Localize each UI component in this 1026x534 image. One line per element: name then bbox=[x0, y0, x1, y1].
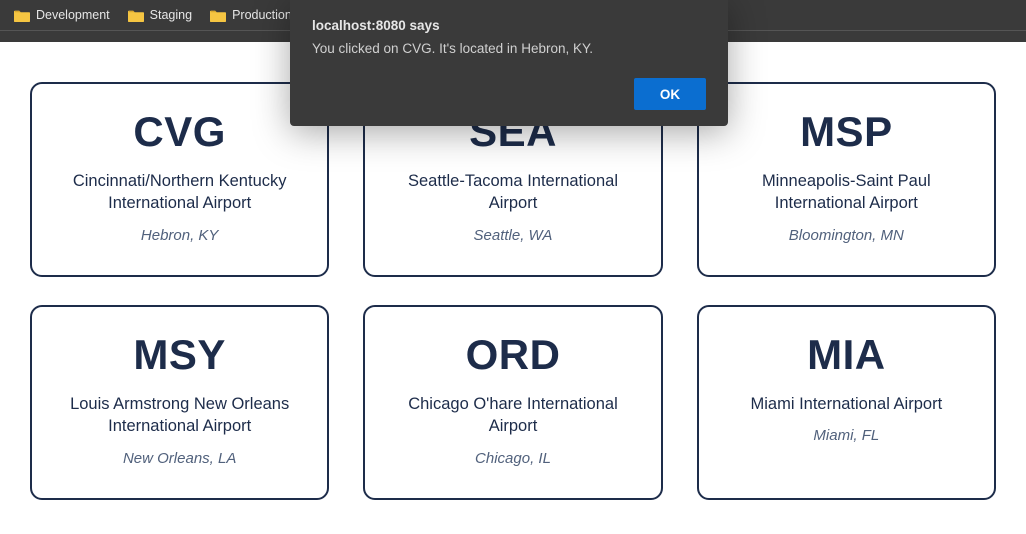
bookmark-label: Production bbox=[232, 8, 292, 22]
airport-location: Miami, FL bbox=[813, 427, 879, 444]
airport-grid: CVG Cincinnati/Northern Kentucky Interna… bbox=[30, 82, 996, 500]
airport-name: Seattle-Tacoma International Airport bbox=[383, 170, 642, 215]
airport-location: Bloomington, MN bbox=[789, 227, 904, 244]
airport-card[interactable]: CVG Cincinnati/Northern Kentucky Interna… bbox=[30, 82, 329, 277]
bookmark-label: Staging bbox=[150, 8, 192, 22]
airport-card[interactable]: MSP Minneapolis-Saint Paul International… bbox=[697, 82, 996, 277]
dialog-actions: OK bbox=[312, 78, 706, 110]
bookmark-development[interactable]: Development bbox=[6, 4, 118, 26]
folder-icon bbox=[128, 9, 144, 22]
alert-dialog: localhost:8080 says You clicked on CVG. … bbox=[290, 0, 728, 126]
dialog-message: You clicked on CVG. It's located in Hebr… bbox=[312, 41, 706, 56]
airport-location: Hebron, KY bbox=[141, 227, 219, 244]
dialog-origin: localhost:8080 says bbox=[312, 18, 706, 33]
airport-code: ORD bbox=[466, 331, 561, 379]
ok-button[interactable]: OK bbox=[634, 78, 706, 110]
airport-code: MSY bbox=[133, 331, 226, 379]
airport-name: Miami International Airport bbox=[750, 393, 942, 415]
airport-card[interactable]: MIA Miami International Airport Miami, F… bbox=[697, 305, 996, 500]
airport-name: Chicago O'hare International Airport bbox=[383, 393, 642, 438]
airport-code: MIA bbox=[807, 331, 886, 379]
airport-location: New Orleans, LA bbox=[123, 450, 236, 467]
airport-card[interactable]: ORD Chicago O'hare International Airport… bbox=[363, 305, 662, 500]
airport-name: Minneapolis-Saint Paul International Air… bbox=[717, 170, 976, 215]
airport-name: Cincinnati/Northern Kentucky Internation… bbox=[50, 170, 309, 215]
airport-location: Chicago, IL bbox=[475, 450, 551, 467]
bookmark-staging[interactable]: Staging bbox=[120, 4, 200, 26]
folder-icon bbox=[14, 9, 30, 22]
airport-location: Seattle, WA bbox=[474, 227, 553, 244]
airport-code: CVG bbox=[133, 108, 226, 156]
airport-code: MSP bbox=[800, 108, 893, 156]
folder-icon bbox=[210, 9, 226, 22]
bookmark-production[interactable]: Production bbox=[202, 4, 300, 26]
airport-name: Louis Armstrong New Orleans Internationa… bbox=[50, 393, 309, 438]
airport-card[interactable]: MSY Louis Armstrong New Orleans Internat… bbox=[30, 305, 329, 500]
bookmark-label: Development bbox=[36, 8, 110, 22]
